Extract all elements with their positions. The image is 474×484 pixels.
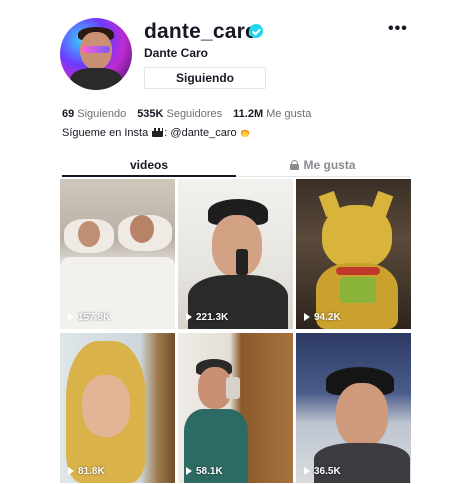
video-views: 157.8K (68, 312, 110, 323)
play-icon (304, 313, 310, 321)
view-count: 36.5K (314, 466, 341, 477)
fire-icon (240, 128, 249, 137)
lock-icon (290, 160, 300, 170)
view-count: 81.8K (78, 466, 105, 477)
cat-coin (340, 277, 376, 303)
following-button[interactable]: Siguiendo (144, 67, 266, 89)
play-icon (186, 467, 192, 475)
person-face (336, 383, 388, 447)
video-views: 81.8K (68, 466, 105, 477)
video-thumbnail[interactable]: 221.3K (178, 179, 293, 329)
shirt (314, 443, 410, 483)
video-views: 58.1K (186, 466, 223, 477)
clapperboard-icon (152, 128, 164, 137)
video-thumbnail[interactable]: 157.8K (60, 179, 175, 329)
view-count: 221.3K (196, 312, 229, 323)
cat-collar (336, 267, 380, 275)
phone (236, 249, 248, 275)
person-head (130, 215, 154, 243)
avatar-shirt (70, 68, 122, 90)
play-icon (304, 467, 310, 475)
tab-videos[interactable]: videos (62, 153, 236, 177)
person-head (78, 221, 100, 247)
profile-bio: Sígueme en Insta : @dante_caro (62, 127, 250, 139)
view-count: 94.2K (314, 312, 341, 323)
video-views: 94.2K (304, 312, 341, 323)
likes-label: Me gusta (266, 108, 312, 120)
followers-label: Seguidores (166, 108, 223, 120)
video-grid: 157.8K 221.3K 94.2K 81.8K 58.1K 36.5K (60, 179, 412, 484)
video-thumbnail[interactable]: 94.2K (296, 179, 411, 329)
following-count[interactable]: 69 (62, 108, 74, 120)
view-count: 58.1K (196, 466, 223, 477)
verified-badge-icon (249, 24, 263, 38)
bio-text: Sígueme en Insta (62, 127, 149, 139)
followers-count[interactable]: 535K (137, 108, 163, 120)
avatar[interactable] (60, 18, 132, 90)
video-thumbnail[interactable]: 81.8K (60, 333, 175, 483)
video-thumbnail[interactable]: 36.5K (296, 333, 411, 483)
video-views: 221.3K (186, 312, 228, 323)
play-icon (186, 313, 192, 321)
play-icon (68, 313, 74, 321)
play-icon (68, 467, 74, 475)
video-thumbnail[interactable]: 58.1K (178, 333, 293, 483)
profile-stats: 69 Siguiendo 535K Seguidores 11.2M Me gusta (62, 108, 322, 120)
profile-display-name: Dante Caro (144, 46, 209, 60)
more-options-icon[interactable]: ••• (388, 21, 408, 37)
view-count: 157.8K (78, 312, 111, 323)
profile-username: dante_caro (144, 20, 259, 43)
active-tab-indicator (62, 175, 236, 177)
tab-likes[interactable]: Me gusta (236, 153, 410, 177)
avatar-sunglasses (82, 46, 110, 53)
video-views: 36.5K (304, 466, 341, 477)
bio-handle: : @dante_caro (164, 127, 237, 139)
likes-count: 11.2M (233, 108, 264, 120)
phone (226, 377, 240, 399)
person-face (82, 375, 130, 437)
tab-likes-label: Me gusta (303, 158, 356, 172)
cat-ear (370, 190, 394, 218)
following-label: Siguiendo (77, 108, 127, 120)
